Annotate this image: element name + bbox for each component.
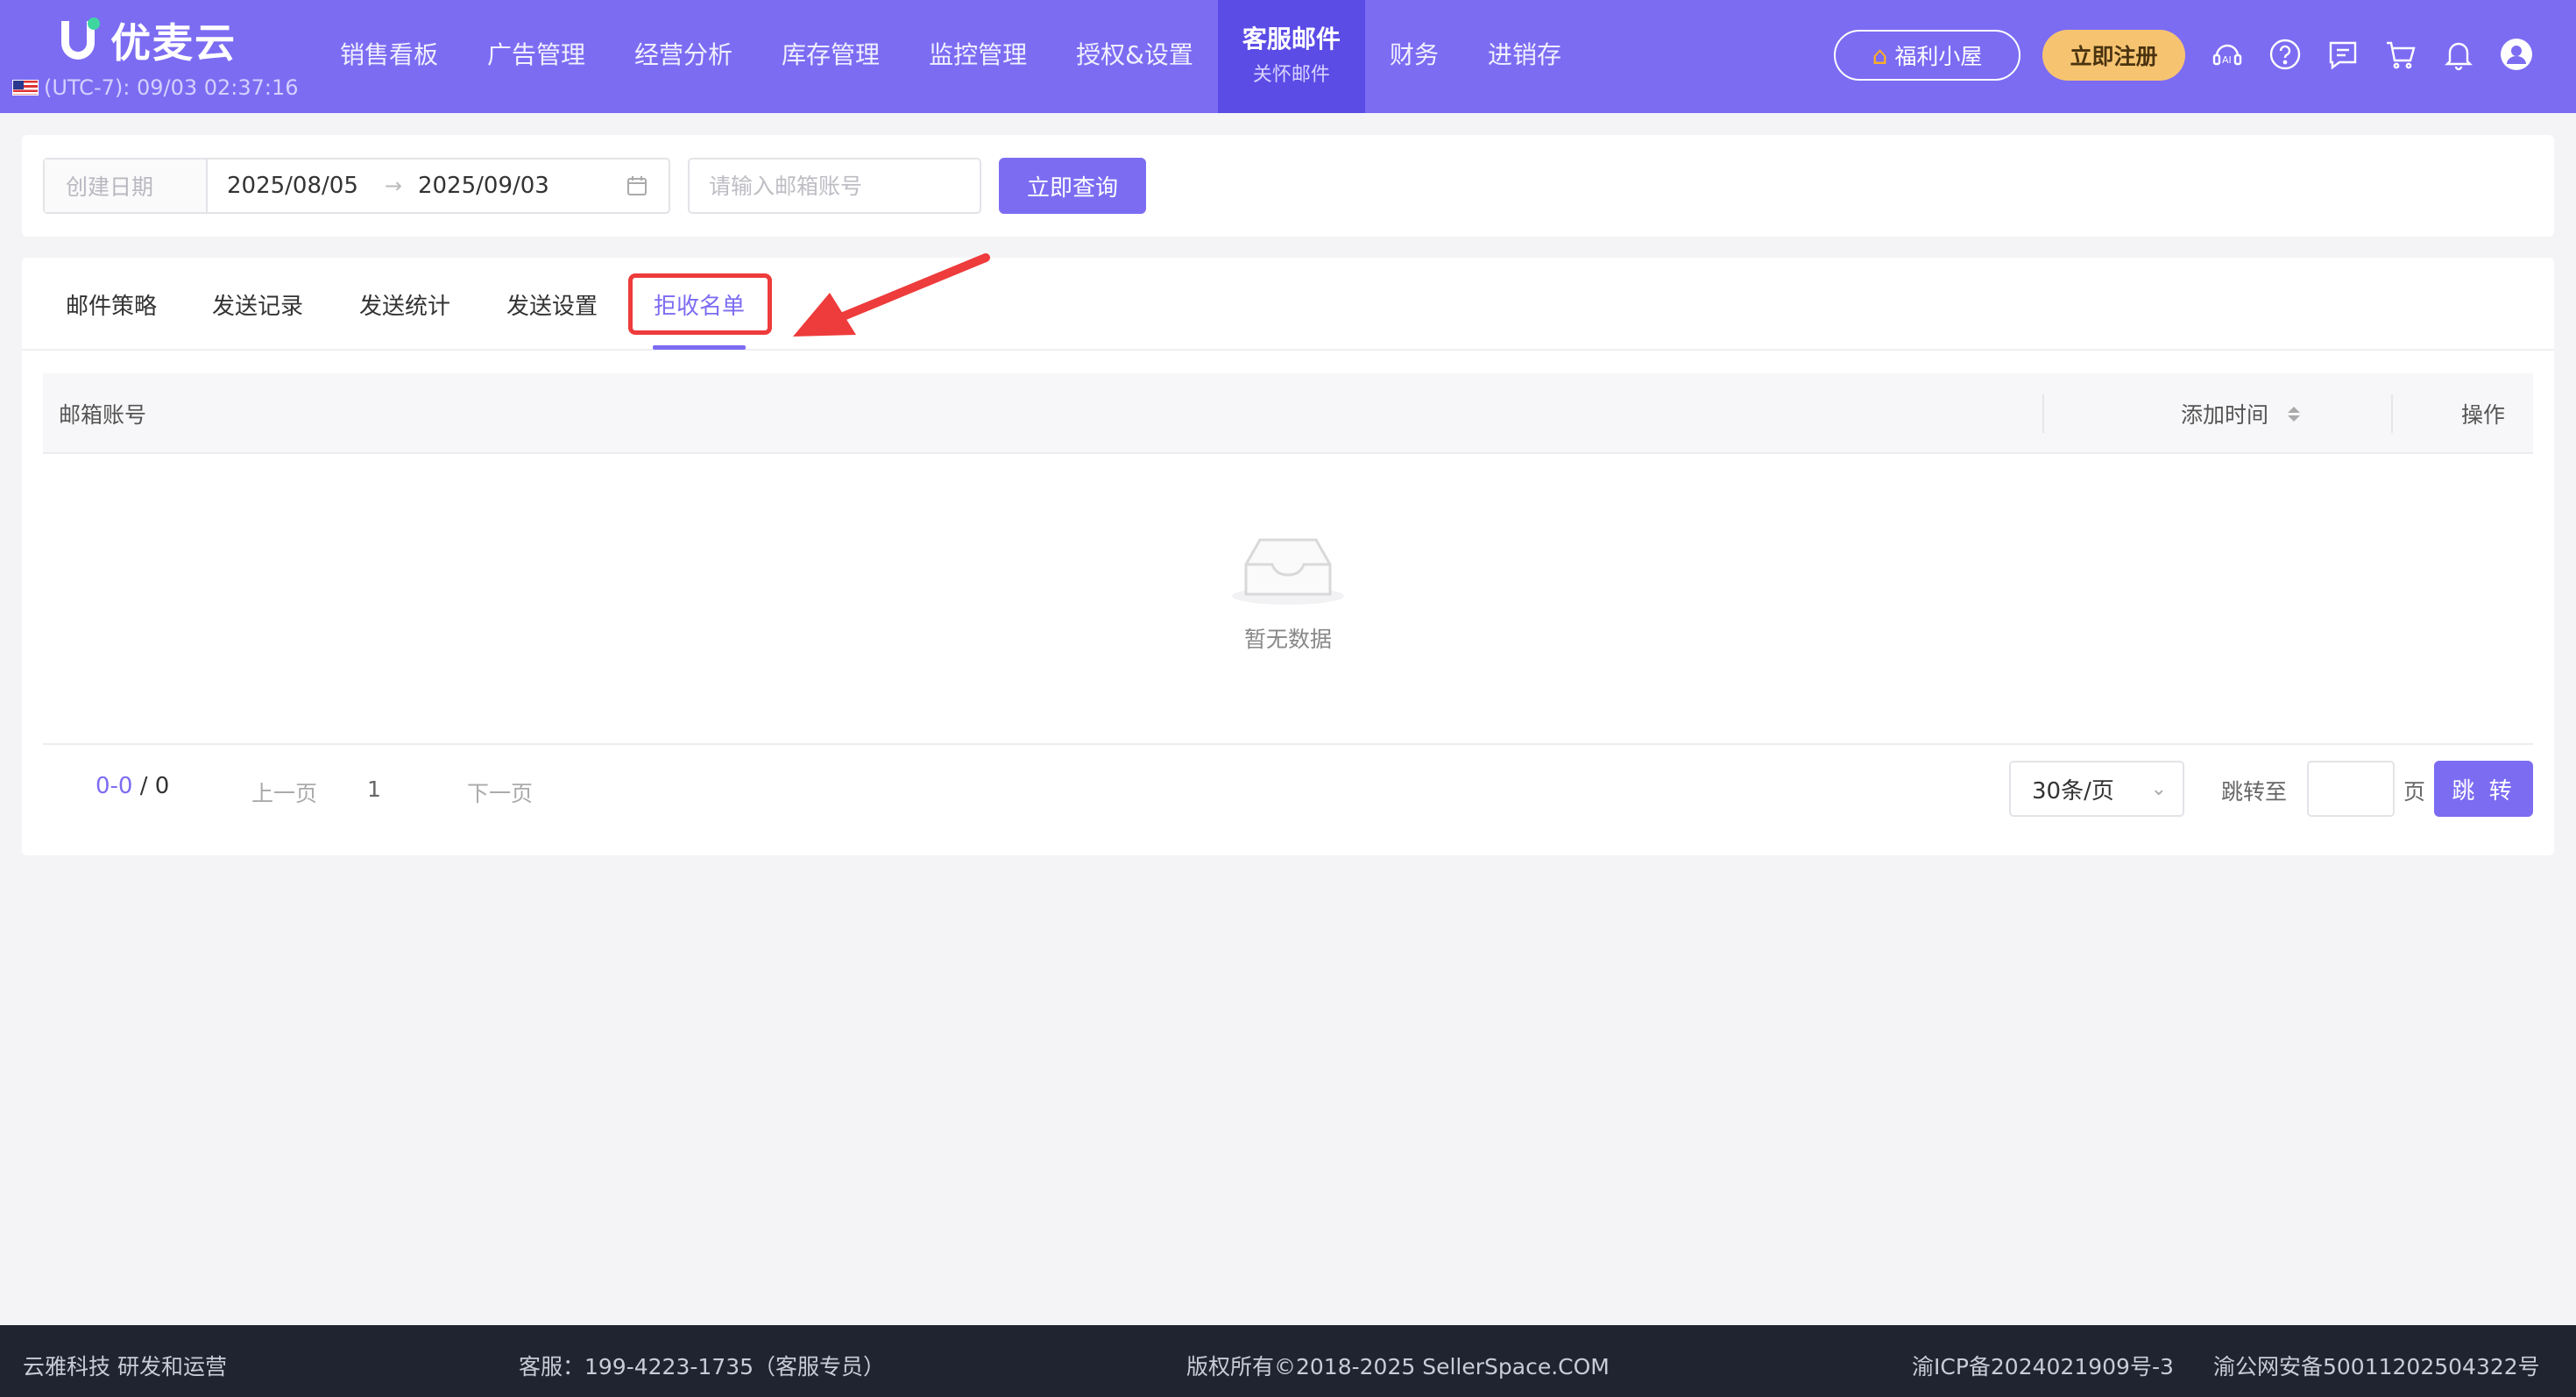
footer-company: 云雅科技 研发和运营: [23, 1354, 227, 1379]
ai-assistant-icon[interactable]: AI: [2208, 35, 2247, 74]
help-icon[interactable]: [2266, 35, 2304, 74]
nav-item-auth-settings[interactable]: 授权&设置: [1051, 0, 1218, 113]
user-avatar-icon[interactable]: [2497, 35, 2536, 74]
jump-button[interactable]: 跳 转: [2434, 761, 2533, 817]
nav-item-sublabel: 关怀邮件: [1252, 63, 1330, 86]
column-email-account: 邮箱账号: [59, 402, 147, 428]
footer-icp-link[interactable]: 渝ICP备2024021909号-3: [1912, 1350, 2174, 1381]
column-divider: [2042, 394, 2044, 433]
pagination-range: 0-0 / 0: [96, 773, 170, 799]
tab-bar: 邮件策略 发送记录 发送统计 发送设置 拒收名单: [22, 253, 2554, 351]
query-button[interactable]: 立即查询: [999, 158, 1146, 214]
chevron-down-icon: ⌄: [2150, 777, 2167, 800]
nav-item-sales-board[interactable]: 销售看板: [315, 0, 463, 113]
welfare-button[interactable]: ⌂ 福利小屋: [1834, 30, 2020, 81]
nav-item-ads[interactable]: 广告管理: [463, 0, 610, 113]
tab-send-records[interactable]: 发送记录: [212, 258, 303, 351]
message-icon[interactable]: [2324, 35, 2362, 74]
empty-text: 暂无数据: [1243, 627, 1332, 652]
nav-item-service-email[interactable]: 客服邮件 关怀邮件: [1217, 0, 1365, 113]
footer-copyright: 版权所有©2018-2025 SellerSpace.COM: [1186, 1354, 1610, 1379]
jump-page-input[interactable]: [2307, 761, 2395, 817]
cart-icon[interactable]: [2381, 35, 2420, 74]
tab-email-strategy[interactable]: 邮件策略: [66, 258, 157, 351]
us-flag-icon: [12, 80, 39, 96]
header-icons: AI: [2208, 35, 2536, 74]
nav-item-finance[interactable]: 财务: [1365, 0, 1463, 113]
filter-panel: 创建日期 2025/08/05 → 2025/09/03 立即查询: [22, 135, 2554, 237]
column-actions: 操作: [2461, 402, 2506, 428]
calendar-icon: [627, 176, 647, 195]
divider: [43, 743, 2533, 745]
site-footer: 云雅科技 研发和运营 客服：199-4223-1735（客服专员） 版权所有©2…: [0, 1325, 2576, 1397]
bell-icon[interactable]: [2439, 35, 2478, 74]
empty-state: 暂无数据: [22, 531, 2554, 654]
page-size-select[interactable]: 30条/页 ⌄: [2009, 761, 2184, 817]
date-range-picker[interactable]: 创建日期 2025/08/05 → 2025/09/03: [43, 158, 670, 214]
tab-send-settings[interactable]: 发送设置: [506, 258, 598, 351]
register-button[interactable]: 立即注册: [2042, 30, 2185, 81]
jump-label: 跳转至: [2221, 779, 2288, 805]
brand-logo[interactable]: 优麦云: [60, 16, 237, 67]
brand-name: 优麦云: [110, 19, 237, 67]
prev-page-button[interactable]: 上一页: [251, 777, 317, 808]
house-icon: ⌂: [1872, 40, 1888, 70]
nav-item-monitoring[interactable]: 监控管理: [904, 0, 1051, 113]
column-add-time[interactable]: 添加时间: [2181, 373, 2301, 454]
date-range-label: 创建日期: [45, 160, 208, 212]
nav-item-analysis[interactable]: 经营分析: [610, 0, 757, 113]
next-page-button[interactable]: 下一页: [467, 777, 533, 808]
active-tab-indicator: [653, 345, 746, 350]
nav-item-purchase-sales-stock[interactable]: 进销存: [1463, 0, 1586, 113]
tab-send-statistics[interactable]: 发送统计: [359, 258, 450, 351]
footer-police-link[interactable]: 渝公网安备50011202504322号: [2213, 1350, 2540, 1381]
pagination: 0-0 / 0 上一页 1 下一页 30条/页 ⌄ 跳转至 页 跳 转: [22, 761, 2554, 822]
sort-icon[interactable]: [2288, 406, 2301, 422]
page-unit-label: 页: [2403, 779, 2426, 805]
annotation-arrow-icon: [793, 253, 990, 337]
date-start[interactable]: 2025/08/05: [227, 173, 358, 199]
clock-text: (UTC-7): 09/03 02:37:16: [44, 75, 299, 100]
empty-inbox-icon: [1232, 538, 1344, 605]
nav-item-inventory[interactable]: 库存管理: [757, 0, 904, 113]
annotation-highlight-box: [628, 273, 772, 335]
main-nav: 销售看板 广告管理 经营分析 库存管理 监控管理 授权&设置 客服邮件 关怀邮件…: [315, 0, 1586, 113]
range-arrow-icon: →: [384, 174, 402, 198]
logo-icon: [60, 18, 100, 63]
page-number-button[interactable]: 1: [367, 777, 381, 802]
table-header: 邮箱账号 添加时间 操作: [43, 373, 2533, 454]
column-divider: [2391, 394, 2393, 433]
main-content-card: 邮件策略 发送记录 发送统计 发送设置 拒收名单 邮箱账号 添加时间 操作 暂无…: [22, 253, 2554, 855]
footer-service-phone: 客服：199-4223-1735（客服专员）: [519, 1354, 886, 1379]
timezone-clock: (UTC-7): 09/03 02:37:16: [12, 75, 299, 100]
date-end[interactable]: 2025/09/03: [418, 173, 549, 199]
svg-text:AI: AI: [2222, 54, 2232, 66]
top-navigation-bar: 优麦云 (UTC-7): 09/03 02:37:16 销售看板 广告管理 经营…: [0, 0, 2576, 113]
